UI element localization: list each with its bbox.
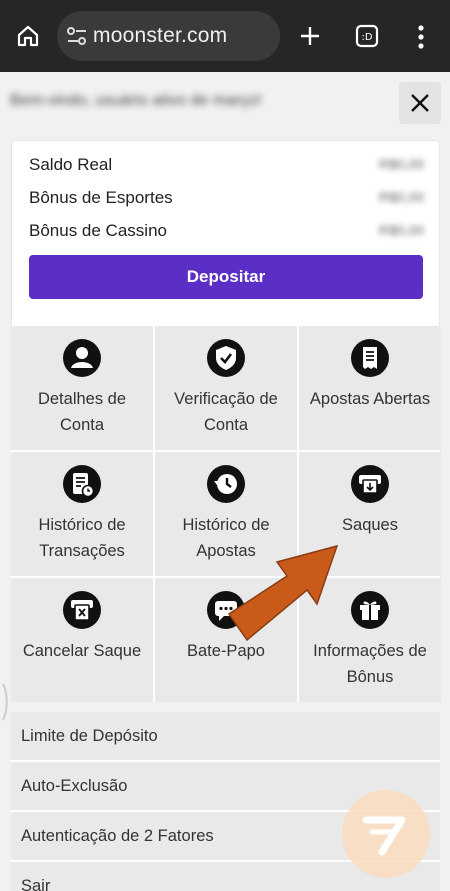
account-icon xyxy=(63,339,101,377)
withdrawal-icon xyxy=(351,465,389,503)
tab-switcher-icon[interactable]: :D xyxy=(355,24,379,48)
balance-row-casino: Bônus de Cassino R$0,00 xyxy=(29,219,424,243)
balance-amount: R$0,00 xyxy=(378,222,424,238)
tile-open-bets[interactable]: Apostas Abertas xyxy=(299,326,441,450)
logo-watermark-icon xyxy=(342,790,430,878)
deposit-button[interactable]: Depositar xyxy=(29,255,423,299)
url-text[interactable]: moonster.com xyxy=(93,24,227,48)
tile-cancel-withdrawal[interactable]: Cancelar Saque xyxy=(11,578,153,702)
cancel-withdrawal-icon xyxy=(63,591,101,629)
browser-toolbar: moonster.com :D xyxy=(0,0,450,72)
balance-row-real: Saldo Real R$0,00 xyxy=(29,153,424,177)
tile-label: Histórico de Transações xyxy=(38,516,126,560)
tile-account-details[interactable]: Detalhes de Conta xyxy=(11,326,153,450)
balance-row-sports: Bônus de Esportes R$0,00 xyxy=(29,186,424,210)
tile-label: Cancelar Saque xyxy=(22,642,142,660)
balance-amount: R$0,00 xyxy=(378,189,424,205)
close-icon[interactable] xyxy=(410,93,430,113)
svg-text::D: :D xyxy=(361,32,372,43)
home-icon[interactable] xyxy=(16,24,40,48)
balance-label: Saldo Real xyxy=(29,155,113,174)
balance-label: Bônus de Esportes xyxy=(29,188,173,207)
account-menu-page: Bem-vindo, usuário ativo de março! Saldo… xyxy=(0,72,450,891)
bet-history-icon xyxy=(207,465,245,503)
greeting-text: Bem-vindo, usuário ativo de março! xyxy=(10,92,262,109)
annotation-arrow-icon xyxy=(227,544,339,642)
more-menu-icon[interactable] xyxy=(415,24,427,50)
balance-amount: R$0,00 xyxy=(378,156,424,172)
receipt-icon xyxy=(351,339,389,377)
edge-bracket-icon xyxy=(2,683,8,721)
site-settings-icon[interactable] xyxy=(66,26,88,46)
address-bar[interactable]: moonster.com xyxy=(57,11,280,61)
tile-transaction-history[interactable]: Histórico de Transações xyxy=(11,452,153,576)
tile-label: Apostas Abertas xyxy=(309,390,431,408)
tile-label: Detalhes de Conta xyxy=(37,390,127,434)
tile-label: Verificação de Conta xyxy=(174,390,278,434)
transaction-history-icon xyxy=(63,465,101,503)
close-button[interactable] xyxy=(399,82,441,124)
verified-shield-icon xyxy=(207,339,245,377)
new-tab-plus-icon[interactable] xyxy=(298,24,322,48)
gift-icon xyxy=(351,591,389,629)
list-item-deposit-limit[interactable]: Limite de Depósito xyxy=(11,712,440,762)
tile-account-verification[interactable]: Verificação de Conta xyxy=(155,326,297,450)
balance-label: Bônus de Cassino xyxy=(29,221,167,240)
